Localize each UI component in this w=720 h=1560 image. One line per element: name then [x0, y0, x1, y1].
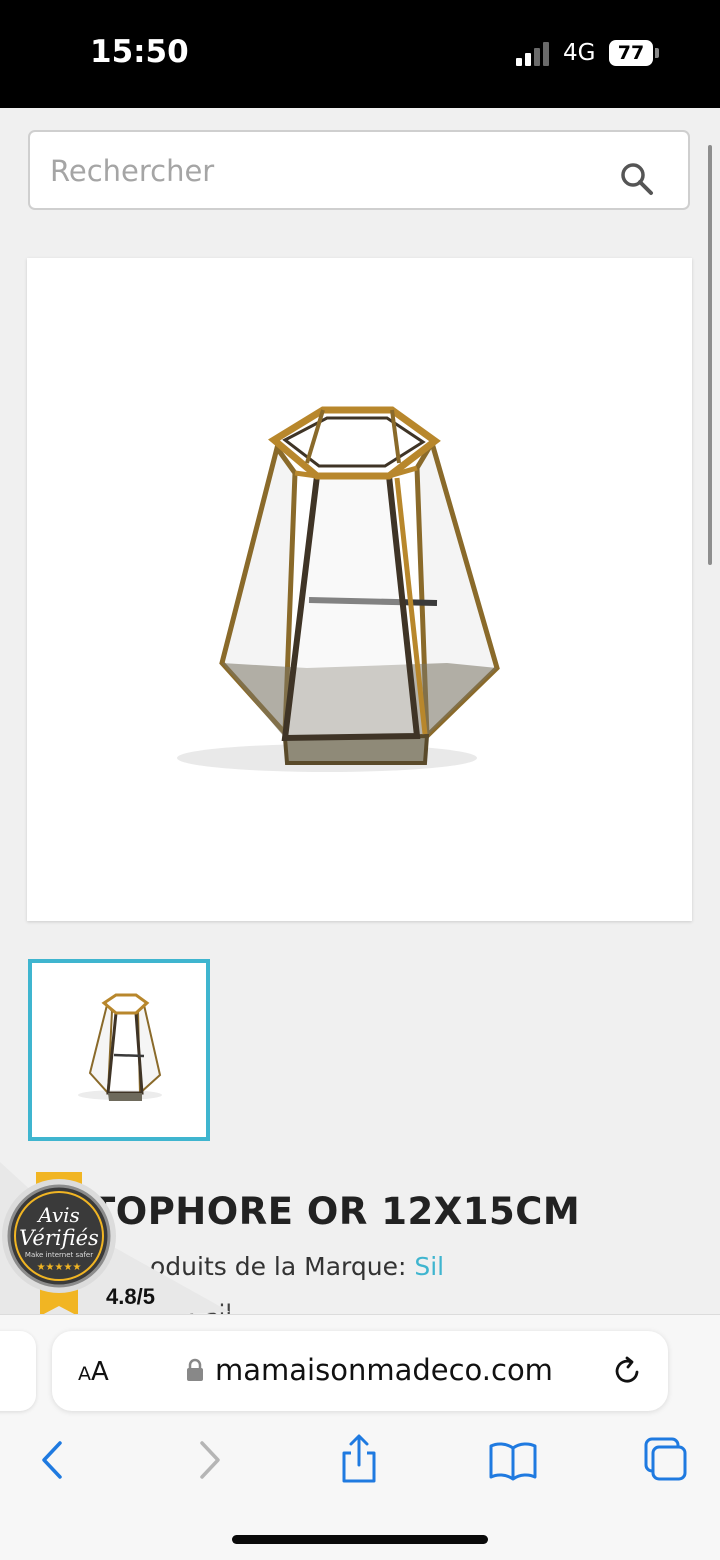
url-text[interactable]: mamaisonmadeco.com [215, 1353, 553, 1387]
home-indicator [232, 1535, 488, 1544]
forward-icon[interactable] [182, 1433, 236, 1487]
signal-icon [516, 42, 552, 66]
battery-tip [655, 48, 659, 58]
lantern-illustration [177, 406, 500, 772]
badge-title-bottom: Vérifiés [19, 1226, 99, 1250]
page-scrollbar[interactable] [708, 145, 712, 565]
search-input[interactable] [48, 150, 592, 192]
status-bar: 15:50 4G 77 [0, 0, 720, 108]
thumbnail-lantern [78, 993, 162, 1101]
badge-title-top: Avis [36, 1203, 80, 1227]
status-time: 15:50 [90, 34, 189, 70]
address-bar[interactable]: AA mamaisonmadeco.com [52, 1331, 668, 1411]
brand-prefix: oduits de la Marque: [150, 1252, 415, 1281]
tabs-icon[interactable] [638, 1433, 692, 1487]
review-score: 4.8/5 [106, 1284, 155, 1309]
bookmarks-icon[interactable] [486, 1433, 540, 1487]
brand-line: oduits de la Marque: Sil [150, 1252, 444, 1281]
text-size-button[interactable]: AA [78, 1357, 109, 1387]
reload-icon[interactable] [612, 1355, 644, 1387]
search-box[interactable] [28, 130, 690, 210]
product-title: TOPHORE OR 12X15CM [90, 1190, 581, 1233]
network-label: 4G [563, 40, 596, 66]
avis-verifies-badge[interactable]: Avis Vérifiés Make internet safer ★★★★★ [0, 1168, 120, 1318]
svg-text:★★★★★: ★★★★★ [37, 1262, 82, 1273]
share-icon[interactable] [332, 1433, 386, 1487]
search-icon[interactable] [618, 160, 656, 198]
previous-tab-stub[interactable] [0, 1331, 36, 1411]
back-icon[interactable] [26, 1433, 80, 1487]
badge-tagline: Make internet safer [25, 1251, 93, 1259]
lock-icon [187, 1358, 203, 1381]
brand-link[interactable]: Sil [414, 1252, 444, 1281]
battery-icon: 77 [609, 40, 653, 66]
product-main-image[interactable] [27, 258, 692, 921]
browser-toolbar: AA mamaisonmadeco.com [0, 1314, 720, 1560]
thumbnail-1[interactable] [28, 959, 210, 1141]
